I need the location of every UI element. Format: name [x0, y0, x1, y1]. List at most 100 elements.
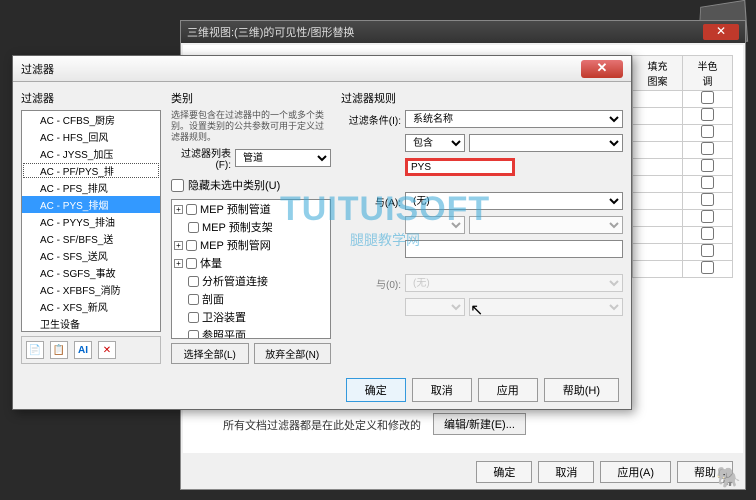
- and2-operator-select: [405, 298, 465, 316]
- filter-list-item[interactable]: AC - PYYS_排油: [22, 213, 160, 230]
- category-checkbox[interactable]: [188, 330, 199, 339]
- expander-icon[interactable]: +: [174, 205, 183, 214]
- filter-list-item[interactable]: AC - SGFS_事故: [22, 264, 160, 281]
- parent-cancel-button[interactable]: 取消: [538, 461, 594, 483]
- filters-dialog: 过滤器 ✕ 过滤器 AC - CFBS_厨房AC - HFS_回风AC - JY…: [12, 55, 632, 410]
- expander-icon[interactable]: +: [174, 241, 183, 250]
- filter-list-item[interactable]: AC - CFBS_厨房: [22, 111, 160, 128]
- filter-operator-select[interactable]: 包含: [405, 134, 465, 152]
- and-label: 与(A):: [341, 194, 401, 209]
- filters-toolbar: 📄 📋 AI ✕: [21, 336, 161, 364]
- dialog-title: 过滤器: [21, 61, 54, 77]
- filter-value-dropdown[interactable]: [469, 134, 623, 152]
- col-halftone: 半色调: [683, 56, 733, 91]
- category-tree-item[interactable]: + 体量: [172, 254, 330, 272]
- and-operator-select: [405, 216, 465, 234]
- category-tree-item[interactable]: 分析管道连接: [172, 272, 330, 290]
- and-param-select[interactable]: (无): [405, 192, 623, 210]
- cancel-button[interactable]: 取消: [412, 378, 472, 402]
- parent-hint-text: 所有文档过滤器都是在此处定义和修改的: [223, 417, 421, 433]
- categories-tree[interactable]: +MEP 预制管道MEP 预制支架 + MEP 预制管网 + 体量分析管道连接剖面卫浴装…: [171, 199, 331, 339]
- filter-condition-label: 过滤条件(I):: [341, 112, 401, 127]
- and-value-dropdown: [469, 216, 623, 234]
- halftone-check[interactable]: [701, 244, 714, 257]
- filter-list-item[interactable]: AC - XFBFS_消防: [22, 281, 160, 298]
- filter-list-item[interactable]: AC - XFS_新风: [22, 298, 160, 315]
- halftone-check[interactable]: [701, 193, 714, 206]
- category-tree-item[interactable]: 剖面: [172, 290, 330, 308]
- new-filter-icon[interactable]: 📄: [26, 341, 44, 359]
- filter-value-input[interactable]: [405, 158, 515, 176]
- halftone-check[interactable]: [701, 108, 714, 121]
- close-icon[interactable]: ✕: [581, 60, 623, 78]
- categories-desc: 选择要包含在过滤器中的一个或多个类别。设置类别的公共参数可用于定义过滤器规则。: [171, 110, 331, 142]
- filters-listbox[interactable]: AC - CFBS_厨房AC - HFS_回风AC - JYSS_加压AC - …: [21, 110, 161, 332]
- filter-list-item[interactable]: 卫生设备: [22, 315, 160, 332]
- category-checkbox[interactable]: [188, 222, 199, 233]
- elephant-logo-icon: 🐘: [716, 465, 741, 490]
- halftone-check[interactable]: [701, 91, 714, 104]
- filter-list-select[interactable]: 管道: [235, 149, 331, 167]
- category-checkbox[interactable]: [188, 276, 199, 287]
- hide-unchecked-label: 隐藏未选中类别(U): [188, 177, 280, 193]
- halftone-check[interactable]: [701, 142, 714, 155]
- halftone-check[interactable]: [701, 227, 714, 240]
- filter-list-item[interactable]: AC - SF/BFS_送: [22, 230, 160, 247]
- filter-list-item[interactable]: AC - PF/PYS_排: [22, 162, 160, 179]
- rename-filter-icon[interactable]: AI: [74, 341, 92, 359]
- category-label: 卫浴装置: [202, 309, 246, 325]
- filters-column: 过滤器 AC - CFBS_厨房AC - HFS_回风AC - JYSS_加压A…: [21, 90, 161, 364]
- dialog-titlebar: 过滤器 ✕: [13, 56, 631, 82]
- halftone-check[interactable]: [701, 210, 714, 223]
- halftone-check[interactable]: [701, 176, 714, 189]
- categories-column: 类别 选择要包含在过滤器中的一个或多个类别。设置类别的公共参数可用于定义过滤器规…: [171, 90, 331, 364]
- filter-list-item[interactable]: AC - HFS_回风: [22, 128, 160, 145]
- category-tree-item[interactable]: 参照平面: [172, 326, 330, 339]
- category-label: MEP 预制支架: [202, 219, 273, 235]
- parent-ok-button[interactable]: 确定: [476, 461, 532, 483]
- filter-list-item[interactable]: AC - JYSS_加压: [22, 145, 160, 162]
- hide-unchecked-checkbox[interactable]: [171, 179, 184, 192]
- rules-column: 过滤器规则 过滤条件(I): 系统名称 包含 与(A): (无): [341, 90, 623, 364]
- filter-param-select[interactable]: 系统名称: [405, 110, 623, 128]
- rules-label: 过滤器规则: [341, 90, 623, 106]
- help-button[interactable]: 帮助(H): [544, 378, 619, 402]
- parent-title: 三维视图:(三维)的可见性/图形替换: [187, 24, 354, 40]
- parent-close-icon[interactable]: ✕: [703, 24, 739, 40]
- category-checkbox[interactable]: [186, 240, 197, 251]
- category-checkbox[interactable]: [186, 258, 197, 269]
- dialog-button-bar: 确定 取消 应用 帮助(H): [13, 372, 631, 408]
- parent-apply-button[interactable]: 应用(A): [600, 461, 671, 483]
- category-checkbox[interactable]: [188, 312, 199, 323]
- halftone-check[interactable]: [701, 125, 714, 138]
- category-tree-item[interactable]: MEP 预制支架: [172, 218, 330, 236]
- category-label: 分析管道连接: [202, 273, 268, 289]
- filter-list-item[interactable]: AC - PFS_排风: [22, 179, 160, 196]
- category-checkbox[interactable]: [186, 204, 197, 215]
- category-tree-item[interactable]: + MEP 预制管网: [172, 236, 330, 254]
- deselect-all-button[interactable]: 放弃全部(N): [254, 343, 332, 364]
- and-value-input: [405, 240, 623, 258]
- delete-filter-icon[interactable]: ✕: [98, 341, 116, 359]
- filter-list-label: 过滤器列表(F):: [171, 145, 231, 171]
- category-checkbox[interactable]: [188, 294, 199, 305]
- ok-button[interactable]: 确定: [346, 378, 406, 402]
- select-all-button[interactable]: 选择全部(L): [171, 343, 249, 364]
- filter-list-item[interactable]: AC - PYS_排烟: [22, 196, 160, 213]
- category-tree-item[interactable]: 卫浴装置: [172, 308, 330, 326]
- halftone-check[interactable]: [701, 261, 714, 274]
- apply-button[interactable]: 应用: [478, 378, 538, 402]
- parent-button-bar: 确定 取消 应用(A) 帮助: [183, 457, 743, 487]
- duplicate-filter-icon[interactable]: 📋: [50, 341, 68, 359]
- expander-icon[interactable]: +: [174, 259, 183, 268]
- category-label: 体量: [200, 255, 222, 271]
- halftone-check[interactable]: [701, 159, 714, 172]
- edit-new-button[interactable]: 编辑/新建(E)...: [433, 413, 526, 435]
- and2-label: 与(0):: [341, 276, 401, 291]
- filter-list-item[interactable]: AC - SFS_送风: [22, 247, 160, 264]
- category-label: 参照平面: [202, 327, 246, 339]
- category-tree-item[interactable]: +MEP 预制管道: [172, 200, 330, 218]
- col-fillpattern: 填充图案: [633, 56, 683, 91]
- category-label: 剖面: [202, 291, 224, 307]
- category-label: MEP 预制管网: [200, 237, 271, 253]
